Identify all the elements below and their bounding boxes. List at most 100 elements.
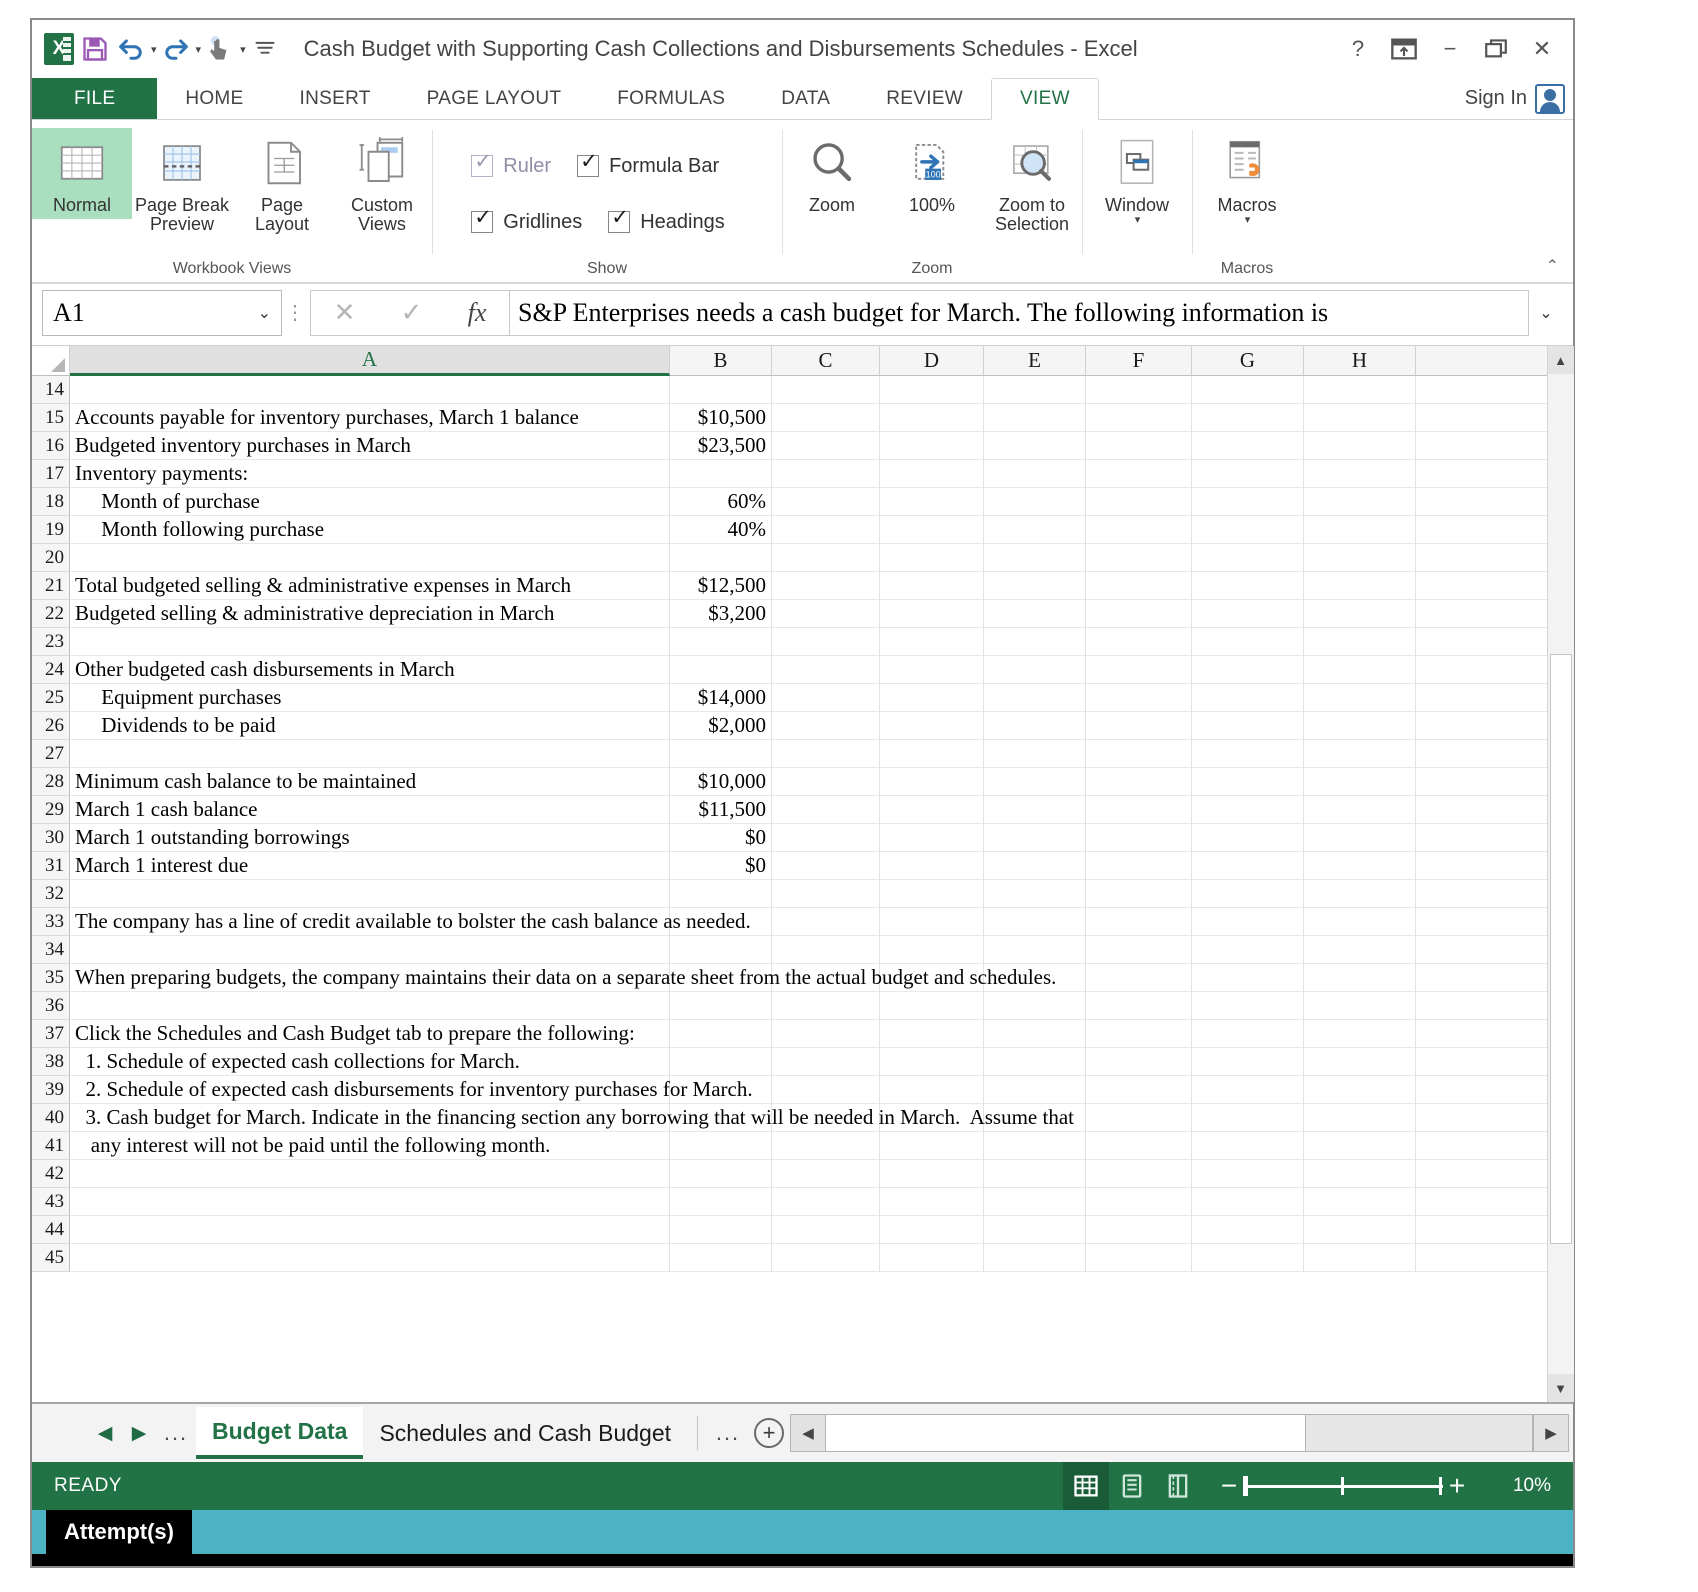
- cell-D14[interactable]: [880, 376, 984, 404]
- cell-G45[interactable]: [1192, 1244, 1304, 1272]
- vertical-scrollbar[interactable]: ▲ ▼: [1547, 346, 1573, 1402]
- cell-A29[interactable]: March 1 cash balance: [70, 796, 670, 824]
- restore-icon[interactable]: [1473, 29, 1519, 69]
- cell-D45[interactable]: [880, 1244, 984, 1272]
- cell-E23[interactable]: [984, 628, 1086, 656]
- ribbon-tab-file[interactable]: FILE: [32, 78, 157, 119]
- enter-icon[interactable]: ✓: [401, 297, 423, 328]
- touch-mode-dropdown-caret[interactable]: ▾: [240, 43, 246, 56]
- row-header-23[interactable]: 23: [32, 628, 70, 656]
- column-header-e[interactable]: E: [984, 346, 1086, 376]
- column-header-f[interactable]: F: [1086, 346, 1192, 376]
- undo-icon[interactable]: [114, 32, 148, 66]
- cell-B31[interactable]: $0: [670, 852, 772, 880]
- cell-H21[interactable]: [1304, 572, 1416, 600]
- cell-E29[interactable]: [984, 796, 1086, 824]
- cell-D43[interactable]: [880, 1188, 984, 1216]
- cell-A40[interactable]: 3. Cash budget for March. Indicate in th…: [70, 1104, 670, 1132]
- cell-G25[interactable]: [1192, 684, 1304, 712]
- cell-F19[interactable]: [1086, 516, 1192, 544]
- cell-E41[interactable]: [984, 1132, 1086, 1160]
- sheet-tab-schedules-and-cash-budget[interactable]: Schedules and Cash Budget: [363, 1407, 687, 1459]
- horizontal-scroll-track[interactable]: [826, 1414, 1533, 1452]
- cell-H30[interactable]: [1304, 824, 1416, 852]
- cell-H18[interactable]: [1304, 488, 1416, 516]
- scroll-down-button[interactable]: ▼: [1548, 1374, 1574, 1402]
- cell-E15[interactable]: [984, 404, 1086, 432]
- cell-H20[interactable]: [1304, 544, 1416, 572]
- cell-E42[interactable]: [984, 1160, 1086, 1188]
- cell-D17[interactable]: [880, 460, 984, 488]
- cell-D44[interactable]: [880, 1216, 984, 1244]
- cell-C27[interactable]: [772, 740, 880, 768]
- cell-G14[interactable]: [1192, 376, 1304, 404]
- horizontal-scrollbar[interactable]: ◀ ▶: [790, 1413, 1569, 1453]
- status-page-break-preview-button[interactable]: [1155, 1462, 1201, 1510]
- cell-E39[interactable]: [984, 1076, 1086, 1104]
- horizontal-scroll-thumb[interactable]: [826, 1415, 1306, 1451]
- cell-G41[interactable]: [1192, 1132, 1304, 1160]
- close-icon[interactable]: ✕: [1519, 29, 1565, 69]
- cell-B21[interactable]: $12,500: [670, 572, 772, 600]
- cell-F45[interactable]: [1086, 1244, 1192, 1272]
- cell-E32[interactable]: [984, 880, 1086, 908]
- cell-B24[interactable]: [670, 656, 772, 684]
- cell-G30[interactable]: [1192, 824, 1304, 852]
- row-header-29[interactable]: 29: [32, 796, 70, 824]
- cell-D38[interactable]: [880, 1048, 984, 1076]
- cell-H24[interactable]: [1304, 656, 1416, 684]
- cell-G44[interactable]: [1192, 1216, 1304, 1244]
- sheet-tab-budget-data[interactable]: Budget Data: [196, 1407, 363, 1459]
- cell-D26[interactable]: [880, 712, 984, 740]
- cell-G40[interactable]: [1192, 1104, 1304, 1132]
- ribbon-tab-home[interactable]: HOME: [157, 78, 271, 119]
- cell-E20[interactable]: [984, 544, 1086, 572]
- cell-C28[interactable]: [772, 768, 880, 796]
- cell-D16[interactable]: [880, 432, 984, 460]
- cell-G15[interactable]: [1192, 404, 1304, 432]
- cell-E43[interactable]: [984, 1188, 1086, 1216]
- save-icon[interactable]: [78, 32, 112, 66]
- row-header-16[interactable]: 16: [32, 432, 70, 460]
- cell-E18[interactable]: [984, 488, 1086, 516]
- cell-F30[interactable]: [1086, 824, 1192, 852]
- cell-D39[interactable]: [880, 1076, 984, 1104]
- cell-D42[interactable]: [880, 1160, 984, 1188]
- cell-B15[interactable]: $10,500: [670, 404, 772, 432]
- row-header-42[interactable]: 42: [32, 1160, 70, 1188]
- cell-H25[interactable]: [1304, 684, 1416, 712]
- cell-G38[interactable]: [1192, 1048, 1304, 1076]
- row-header-14[interactable]: 14: [32, 376, 70, 404]
- cell-E37[interactable]: [984, 1020, 1086, 1048]
- cell-A31[interactable]: March 1 interest due: [70, 852, 670, 880]
- cell-C29[interactable]: [772, 796, 880, 824]
- cell-H32[interactable]: [1304, 880, 1416, 908]
- cell-D30[interactable]: [880, 824, 984, 852]
- cell-B25[interactable]: $14,000: [670, 684, 772, 712]
- cell-E45[interactable]: [984, 1244, 1086, 1272]
- row-header-43[interactable]: 43: [32, 1188, 70, 1216]
- zoom-slider-track[interactable]: [1243, 1476, 1443, 1496]
- cell-H29[interactable]: [1304, 796, 1416, 824]
- cell-C24[interactable]: [772, 656, 880, 684]
- previous-sheet-button[interactable]: ◀: [88, 1422, 122, 1445]
- cell-C45[interactable]: [772, 1244, 880, 1272]
- row-header-21[interactable]: 21: [32, 572, 70, 600]
- zoom-slider[interactable]: − +: [1201, 1472, 1485, 1500]
- gridlines-checkbox[interactable]: Gridlines: [471, 211, 582, 234]
- cell-E26[interactable]: [984, 712, 1086, 740]
- cell-F26[interactable]: [1086, 712, 1192, 740]
- cell-H38[interactable]: [1304, 1048, 1416, 1076]
- row-header-39[interactable]: 39: [32, 1076, 70, 1104]
- expand-formula-bar-icon[interactable]: ⌄: [1529, 303, 1563, 323]
- cell-C19[interactable]: [772, 516, 880, 544]
- cell-C37[interactable]: [772, 1020, 880, 1048]
- cell-F31[interactable]: [1086, 852, 1192, 880]
- cell-F40[interactable]: [1086, 1104, 1192, 1132]
- cell-C44[interactable]: [772, 1216, 880, 1244]
- cell-G39[interactable]: [1192, 1076, 1304, 1104]
- column-header-b[interactable]: B: [670, 346, 772, 376]
- window-button[interactable]: Window ▾: [1087, 128, 1187, 230]
- redo-dropdown-caret[interactable]: ▾: [196, 43, 202, 56]
- macros-button[interactable]: Macros ▾: [1197, 128, 1297, 230]
